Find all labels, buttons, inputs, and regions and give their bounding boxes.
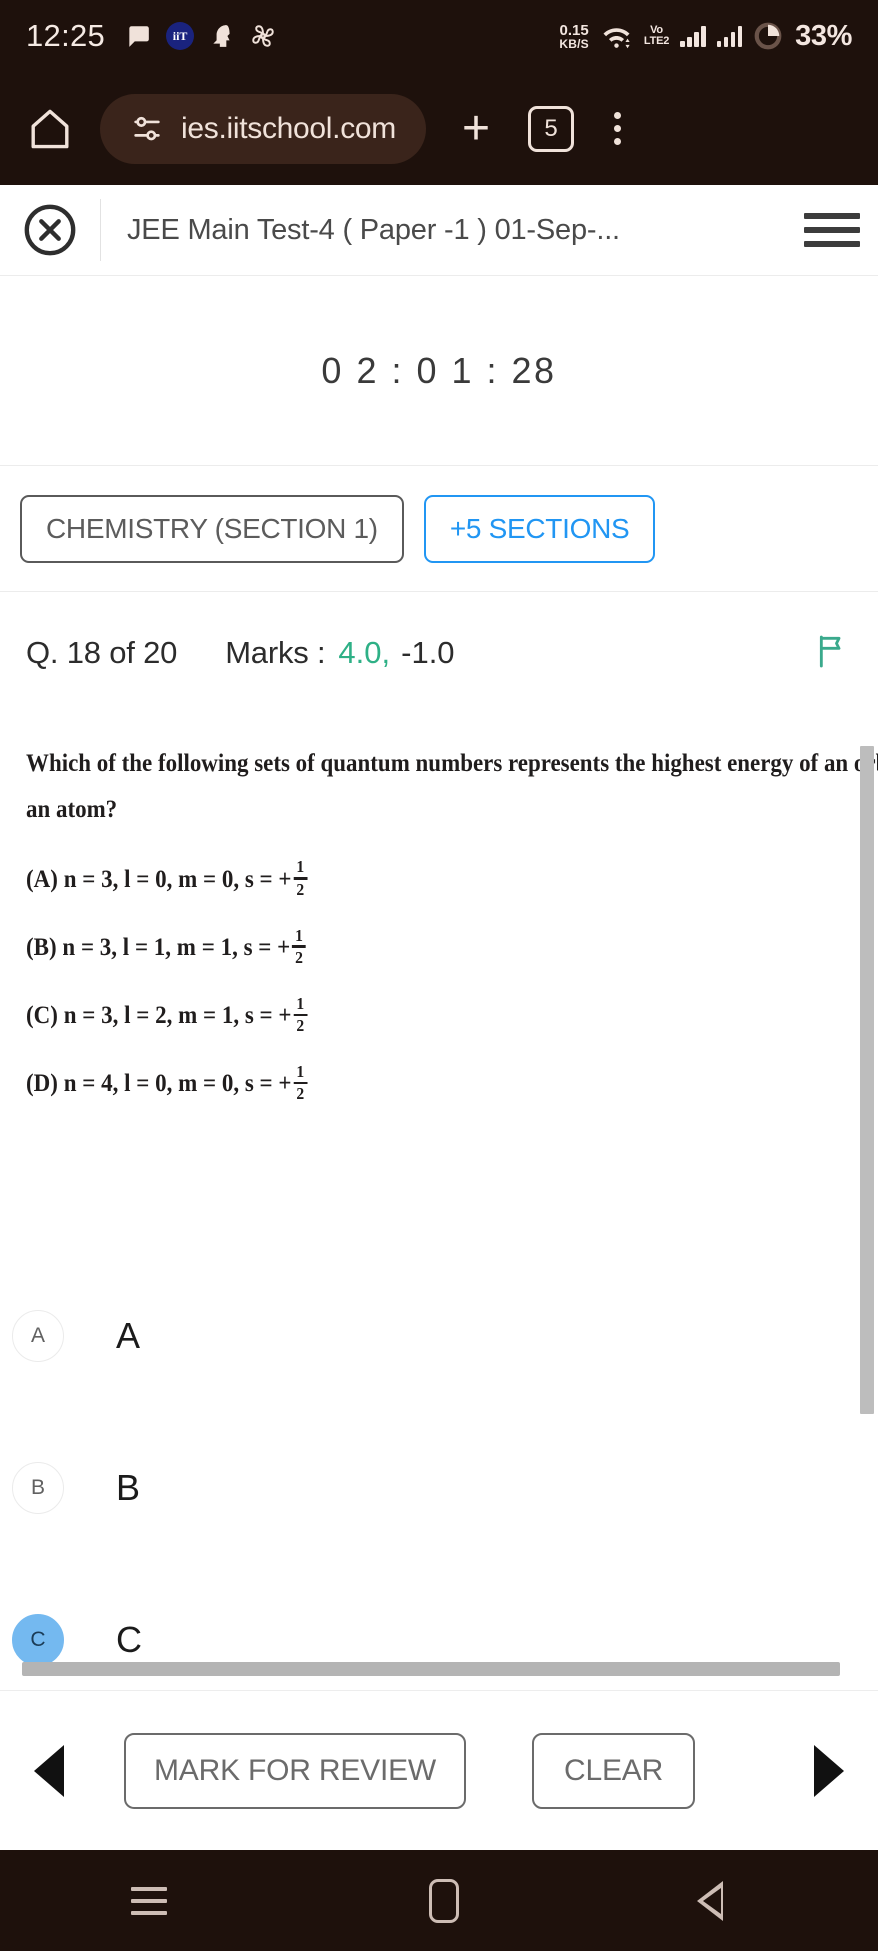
tune-sliders-icon[interactable]: [130, 112, 164, 146]
volte-indicator: Vo LTE2: [643, 24, 670, 47]
data-rate-value: 0.15: [559, 21, 589, 39]
countdown-timer: 0 2 : 0 1 : 28: [321, 349, 557, 391]
answer-label-b[interactable]: B: [116, 1467, 140, 1509]
home-square-icon[interactable]: [429, 1878, 459, 1923]
option-a-denominator: 2: [296, 879, 305, 899]
close-button[interactable]: [0, 201, 100, 259]
question-meta: Q. 18 of 20 Marks : 4.0, -1.0: [0, 592, 878, 714]
android-nav-bar: [0, 1850, 878, 1951]
test-header: JEE Main Test-4 ( Paper -1 ) 01-Sep-...: [0, 185, 878, 276]
previous-arrow-icon[interactable]: [34, 1744, 64, 1797]
horizontal-scrollbar[interactable]: [22, 1662, 840, 1676]
question-text-line-1: Which of the following sets of quantum n…: [26, 748, 878, 777]
head-profile-icon: [213, 25, 230, 47]
status-notification-icons: iiT: [125, 22, 276, 50]
answer-bubble-b[interactable]: B: [12, 1462, 64, 1514]
option-b-denominator: 2: [295, 947, 303, 967]
browser-toolbar: ies.iitschool.com + 5: [0, 72, 878, 185]
hamburger-menu-icon[interactable]: [786, 213, 878, 247]
question-text-line-2: an atom?: [26, 793, 118, 823]
url-text[interactable]: ies.iitschool.com: [181, 112, 396, 146]
answer-choice-b[interactable]: B B: [0, 1412, 878, 1564]
more-sections-button[interactable]: +5 SECTIONS: [423, 494, 656, 563]
option-b-numerator: 1: [295, 925, 303, 945]
android-status-bar: 12:25 iiT 0.15 KB/S Vo LTE2 33%: [0, 0, 878, 72]
option-a-numerator: 1: [296, 857, 305, 877]
option-a-body: n = 3, l = 0, m = 0, s = +: [63, 865, 292, 893]
signal-bars-icon-2: [716, 25, 743, 47]
question-option-b: (B) n = 3, l = 1, m = 1, s = + 1 2: [26, 925, 779, 968]
signal-bars-icon-1: [680, 25, 706, 47]
recents-icon[interactable]: [131, 1886, 167, 1915]
iit-app-icon: iiT: [166, 22, 195, 50]
question-option-c: (C) n = 3, l = 2, m = 1, s = + 1 2: [26, 993, 779, 1036]
volte-line-2: LTE2: [643, 35, 670, 47]
answer-bubble-c[interactable]: C: [12, 1614, 64, 1666]
answer-label-a[interactable]: A: [116, 1315, 140, 1357]
option-c-tag: (C): [26, 1001, 58, 1029]
fan-icon: [252, 25, 274, 47]
marks-label: Marks :: [225, 635, 326, 670]
home-icon[interactable]: [26, 105, 74, 153]
option-d-fraction: 1 2: [293, 1062, 308, 1104]
option-a-tag: (A): [26, 865, 58, 893]
page-title: JEE Main Test-4 ( Paper -1 ) 01-Sep-...: [127, 213, 620, 246]
option-b-tag: (B): [26, 933, 57, 961]
question-options-list: (A) n = 3, l = 0, m = 0, s = + 1 2 (B) n…: [26, 857, 844, 1104]
option-b-body: n = 3, l = 1, m = 1, s = +: [62, 933, 291, 961]
bottom-toolbar: MARK FOR REVIEW CLEAR: [0, 1690, 878, 1850]
phone-screen: 12:25 iiT 0.15 KB/S Vo LTE2 33% ies.iits…: [0, 0, 878, 1951]
timer-bar: 0 2 : 0 1 : 28: [0, 276, 878, 466]
answer-bubble-a[interactable]: A: [12, 1310, 64, 1362]
status-clock: 12:25: [26, 18, 106, 53]
answer-choices: A A B B C C: [0, 1260, 878, 1716]
option-d-numerator: 1: [296, 1062, 305, 1081]
section-tabs: CHEMISTRY (SECTION 1) +5 SECTIONS: [0, 466, 878, 592]
next-arrow-icon[interactable]: [814, 1744, 844, 1797]
marks-negative: -1.0: [401, 635, 455, 670]
data-rate-unit: KB/S: [559, 36, 589, 51]
option-c-denominator: 2: [296, 1016, 305, 1036]
chat-bubble-icon: [129, 26, 149, 47]
tab-chemistry-section-1[interactable]: CHEMISTRY (SECTION 1): [20, 494, 404, 563]
marks-positive: 4.0,: [338, 635, 391, 670]
mark-for-review-button[interactable]: MARK FOR REVIEW: [124, 1732, 467, 1809]
option-d-body: n = 4, l = 0, m = 0, s = +: [63, 1070, 292, 1098]
question-option-d: (D) n = 4, l = 0, m = 0, s = + 1 2: [26, 1062, 779, 1104]
answer-choice-a[interactable]: A A: [0, 1260, 878, 1412]
option-c-numerator: 1: [296, 993, 305, 1013]
clear-button[interactable]: CLEAR: [532, 1732, 696, 1809]
new-tab-button[interactable]: +: [462, 104, 490, 153]
question-index: Q. 18 of 20: [26, 635, 178, 670]
question-option-a: (A) n = 3, l = 0, m = 0, s = + 1 2: [26, 857, 779, 899]
battery-percentage: 33%: [795, 19, 852, 52]
option-c-fraction: 1 2: [293, 993, 308, 1036]
back-triangle-icon[interactable]: [697, 1880, 747, 1921]
option-b-fraction: 1 2: [292, 925, 306, 967]
close-circle-icon[interactable]: [21, 201, 79, 259]
kebab-menu-icon[interactable]: [614, 112, 622, 145]
data-rate-indicator: 0.15 KB/S: [559, 23, 588, 50]
option-a-fraction: 1 2: [293, 857, 308, 899]
flag-icon[interactable]: [812, 630, 852, 672]
question-content: Which of the following sets of quantum n…: [0, 714, 878, 1104]
wifi-icon: [603, 28, 630, 49]
status-system-icons: 0.15 KB/S Vo LTE2 33%: [559, 20, 852, 53]
url-bar[interactable]: ies.iitschool.com: [100, 93, 426, 164]
answer-label-c[interactable]: C: [116, 1619, 142, 1661]
option-d-denominator: 2: [296, 1084, 305, 1104]
option-d-tag: (D): [26, 1070, 58, 1098]
battery-circle-icon: [754, 22, 782, 50]
flag-question-button[interactable]: [812, 630, 852, 677]
tab-switcher-button[interactable]: 5: [528, 105, 575, 152]
option-c-body: n = 3, l = 2, m = 1, s = +: [63, 1001, 292, 1029]
